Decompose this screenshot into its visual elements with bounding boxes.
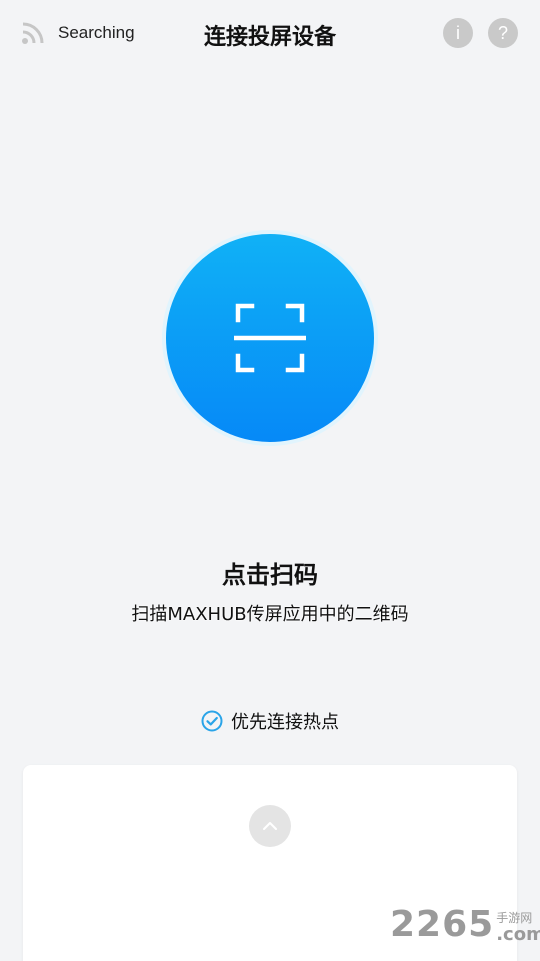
- info-icon: i: [456, 22, 460, 43]
- scan-button-halo: [162, 230, 378, 446]
- scan-subtitle: 扫描MAXHUB传屏应用中的二维码: [131, 604, 409, 625]
- prefer-hotspot-option[interactable]: 优先连接热点: [0, 708, 540, 734]
- help-icon: ?: [497, 22, 508, 43]
- scan-title: 点击扫码: [222, 561, 318, 589]
- scan-button[interactable]: [166, 234, 374, 442]
- check-circle-icon[interactable]: [201, 710, 223, 732]
- watermark: 2265 手游网 .com: [390, 905, 540, 945]
- collapse-button[interactable]: [249, 805, 291, 847]
- watermark-cn: 手游网: [496, 911, 533, 925]
- header: Searching 连接投屏设备 i ?: [0, 0, 540, 70]
- prefer-hotspot-label: 优先连接热点: [231, 712, 339, 733]
- help-button[interactable]: ?: [488, 18, 518, 48]
- watermark-com: .com: [496, 924, 540, 945]
- watermark-site: 手游网 .com: [496, 911, 540, 945]
- scan-qr-icon: [234, 303, 306, 373]
- watermark-number: 2265: [390, 904, 495, 945]
- info-button[interactable]: i: [443, 18, 473, 48]
- chevron-up-icon: [263, 822, 277, 830]
